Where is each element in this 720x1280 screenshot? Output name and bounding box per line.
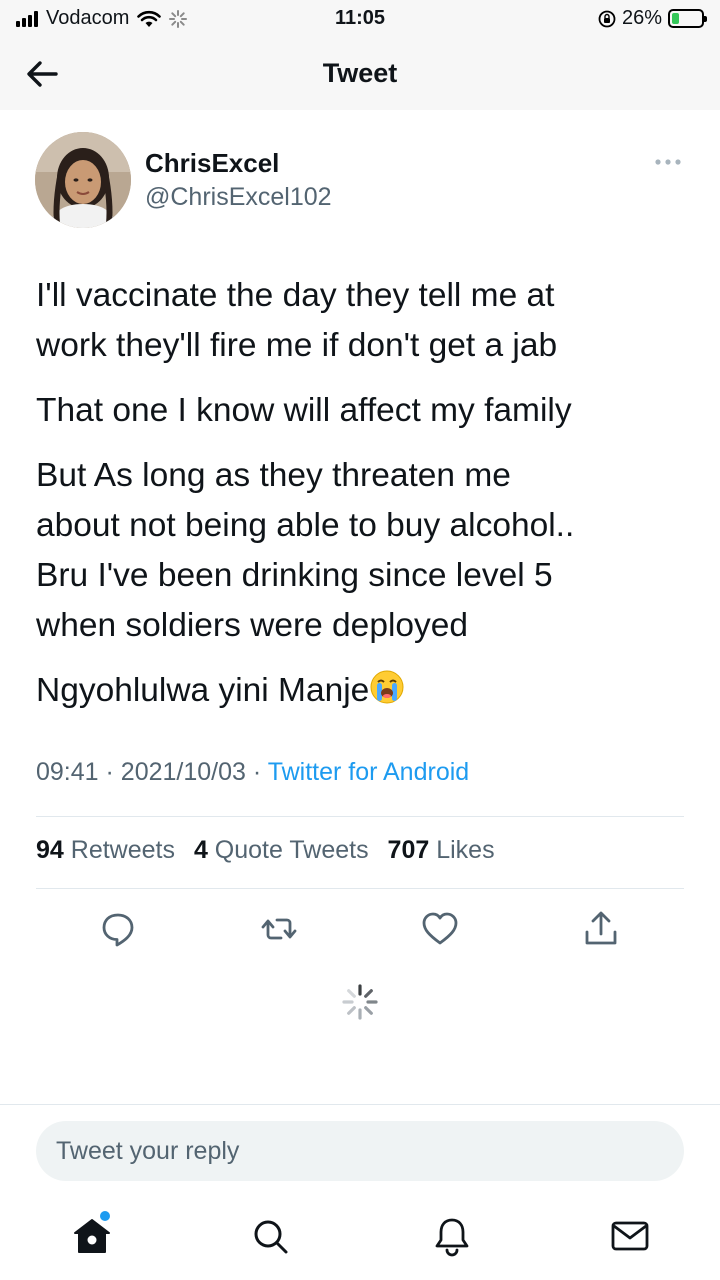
comment-icon — [102, 913, 134, 947]
tab-home[interactable] — [70, 1214, 114, 1258]
tweet-line: Ngyohlulwa yini Manje — [36, 672, 370, 709]
battery-percent: 26% — [621, 7, 662, 29]
battery-icon — [668, 9, 707, 28]
tweet-paragraph: But As long as they threaten me about no… — [36, 451, 696, 651]
loading-spinner-icon — [342, 984, 378, 1020]
divider — [36, 816, 684, 817]
author-handle[interactable]: @ChrisExcel102 — [145, 183, 332, 212]
tweet-text: I'll vaccinate the day they tell me at w… — [36, 271, 696, 731]
reply-input[interactable] — [36, 1121, 684, 1181]
like-button[interactable] — [419, 908, 461, 950]
quote-tweets-label: Quote Tweets — [214, 836, 369, 864]
orientation-lock-icon — [598, 10, 616, 27]
quote-tweets-count: 4 — [193, 836, 208, 864]
tweet-source-link[interactable]: Twitter for Android — [268, 758, 469, 786]
tweet-line: about not being able to buy alcohol.. — [36, 507, 575, 544]
share-icon — [585, 911, 617, 945]
status-right: 26% — [598, 7, 707, 30]
retweet-icon — [261, 918, 297, 940]
tab-search[interactable] — [248, 1214, 292, 1258]
separator: · — [252, 758, 262, 786]
tweet-line: work they'll fire me if don't get a jab — [36, 327, 558, 364]
page-title: Tweet — [322, 58, 398, 88]
top-bar: Tweet — [0, 40, 720, 110]
battery-fill — [672, 13, 680, 24]
ellipsis-icon — [655, 159, 681, 165]
likes-label: Likes — [436, 836, 495, 864]
heart-icon — [422, 912, 458, 945]
tweet-paragraph: That one I know will affect my family — [36, 386, 696, 436]
reply-bar-divider — [0, 1104, 720, 1105]
tweet-line: when soldiers were deployed — [36, 607, 469, 644]
likes-count: 707 — [387, 836, 430, 864]
share-button[interactable] — [580, 908, 622, 950]
tweet-line: That one I know will affect my family — [36, 392, 572, 429]
tab-notifications[interactable] — [430, 1214, 474, 1258]
search-icon — [254, 1220, 288, 1254]
tweet-time: 09:41 — [36, 758, 99, 786]
home-new-indicator — [100, 1211, 110, 1221]
tweet-stats: 94 Retweets 4 Quote Tweets 707 Likes — [36, 836, 507, 865]
quote-tweets-stat[interactable]: 4 Quote Tweets — [194, 836, 369, 864]
tweet-metadata: 09:41 · 2021/10/03 · Twitter for Android — [36, 758, 469, 787]
divider — [36, 888, 684, 889]
author-name[interactable]: ChrisExcel — [145, 148, 279, 179]
envelope-icon — [611, 1221, 649, 1251]
tweet-date: 2021/10/03 — [120, 758, 246, 786]
reply-button[interactable] — [97, 908, 139, 950]
retweets-label: Retweets — [70, 836, 175, 864]
tweet-paragraph: I'll vaccinate the day they tell me at w… — [36, 271, 696, 371]
status-bar: Vodacom 11:05 26% — [0, 0, 720, 40]
tweet-line: But As long as they threaten me — [36, 457, 511, 494]
loudly-crying-face-emoji — [370, 670, 404, 704]
tweet-line: I'll vaccinate the day they tell me at — [36, 277, 555, 314]
tab-messages[interactable] — [608, 1214, 652, 1258]
retweets-stat[interactable]: 94 Retweets — [36, 836, 175, 864]
avatar[interactable] — [35, 132, 131, 228]
home-icon — [74, 1219, 110, 1253]
likes-stat[interactable]: 707 Likes — [388, 836, 495, 864]
tweet-actions — [0, 908, 720, 950]
tweet-paragraph: Ngyohlulwa yini Manje — [36, 666, 696, 716]
bell-icon — [435, 1218, 469, 1257]
separator: · — [105, 758, 114, 786]
tweet-line: Bru I've been drinking since level 5 — [36, 557, 553, 594]
retweets-count: 94 — [36, 836, 64, 864]
retweet-button[interactable] — [258, 908, 300, 950]
more-options-button[interactable] — [650, 152, 686, 172]
profile-photo — [35, 132, 131, 228]
